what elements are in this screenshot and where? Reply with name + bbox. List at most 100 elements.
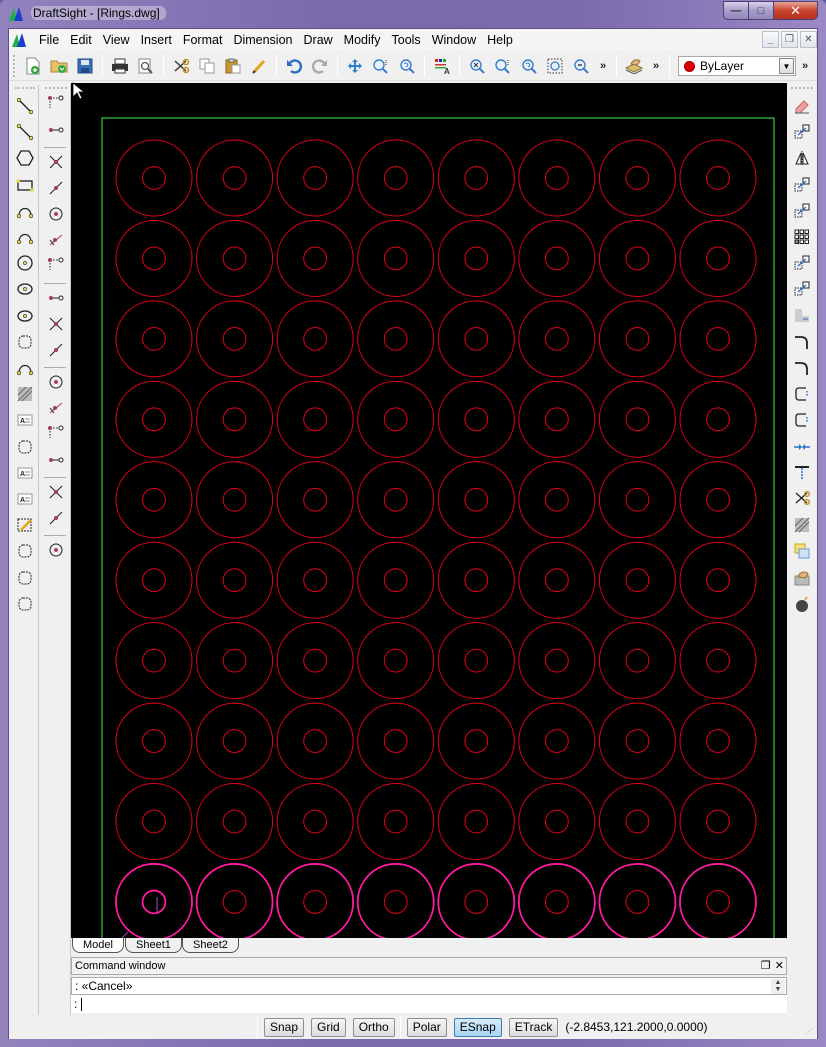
ring-outer-circle[interactable] [115,139,193,217]
menu-file[interactable]: File [35,33,66,47]
menu-format[interactable]: Format [179,33,230,47]
command-history-scrollbar[interactable]: ▲ ▼ [771,979,785,994]
ring-outer-circle[interactable] [357,702,435,780]
ring-entity[interactable] [679,300,757,378]
esnap-toggle[interactable]: ESnap [453,1017,502,1037]
snap-endpoint-button[interactable] [45,93,67,115]
document-icon[interactable] [11,32,27,48]
break-at-point-button[interactable] [791,409,813,431]
ring-entity[interactable] [437,461,515,539]
ring-entity[interactable] [115,541,193,619]
circle-cloud-button[interactable] [14,567,36,589]
ring-entity[interactable] [276,139,354,217]
move-button[interactable] [791,174,813,196]
layer-state-button[interactable] [622,55,646,77]
ring-inner-circle[interactable] [706,809,730,834]
ring-entity[interactable] [598,541,676,619]
ring-inner-circle[interactable] [303,809,328,834]
ring-entity[interactable] [518,461,596,539]
toolbar-overflow-button-2[interactable]: » [649,60,663,72]
ring-entity[interactable] [679,702,757,780]
ring-outer-circle[interactable] [518,783,596,861]
format-painter-button[interactable] [247,55,271,77]
ring-inner-circle[interactable] [142,648,166,673]
ring-outer-circle[interactable] [115,461,193,539]
ring-entity[interactable] [679,541,757,619]
ring-inner-circle[interactable] [383,648,408,673]
arc-button[interactable] [14,200,36,222]
ring-outer-circle[interactable] [437,461,515,539]
ring-outer-circle[interactable] [196,541,274,619]
layer-manager-button[interactable]: A [430,55,454,77]
ring-outer-circle[interactable] [115,863,193,938]
ring-inner-circle[interactable] [142,568,166,593]
ring-inner-circle[interactable] [544,166,569,190]
ring-entity[interactable] [598,139,676,217]
ring-outer-circle[interactable] [196,461,274,539]
ring-outer-circle[interactable] [196,219,274,297]
polar-toggle[interactable]: Polar [406,1017,447,1037]
ring-outer-circle[interactable] [357,300,435,378]
note-button[interactable]: A [14,462,36,484]
ring-inner-circle[interactable] [142,729,166,753]
point-cloud-button[interactable] [14,331,36,353]
ring-entity[interactable] [357,622,435,700]
ring-entity[interactable] [679,219,757,297]
ring-inner-circle[interactable] [544,326,569,351]
toolbar-overflow-button-3[interactable]: » [798,60,812,72]
ring-inner-circle[interactable] [222,487,247,512]
undo-button[interactable] [282,55,306,77]
edit-properties-button[interactable] [791,567,813,589]
ring-entity[interactable] [357,541,435,619]
ring-entity[interactable] [679,783,757,861]
extend-button[interactable] [791,462,813,484]
ring-outer-circle[interactable] [679,219,757,297]
ring-entity[interactable] [276,219,354,297]
ring-inner-circle[interactable] [706,729,730,753]
resize-grip-icon[interactable]: ⋰ [805,1027,815,1037]
ring-entity[interactable] [598,622,676,700]
ring-entity[interactable] [357,702,435,780]
ring-inner-circle[interactable] [706,568,730,593]
ring-inner-circle[interactable] [706,487,730,512]
ring-outer-circle[interactable] [679,541,757,619]
ring-inner-circle[interactable] [464,166,489,190]
ring-outer-circle[interactable] [276,541,354,619]
ring-outer-circle[interactable] [115,380,193,458]
ring-outer-circle[interactable] [679,300,757,378]
ring-outer-circle[interactable] [276,219,354,297]
maximize-button[interactable]: □ [749,1,774,20]
ring-inner-circle[interactable] [625,326,650,351]
ring-outer-circle[interactable] [598,622,676,700]
toolbar-grip[interactable] [45,87,67,90]
minimize-button[interactable]: — [723,1,749,20]
ring-outer-circle[interactable] [598,783,676,861]
ring-entity[interactable] [357,783,435,861]
ring-entity[interactable] [598,783,676,861]
ring-entity[interactable] [115,702,193,780]
ring-outer-circle[interactable] [518,702,596,780]
ring-inner-circle[interactable] [464,487,489,512]
ring-outer-circle[interactable] [679,461,757,539]
ring-outer-circle[interactable] [115,300,193,378]
ring-inner-circle[interactable] [142,809,166,834]
menu-view[interactable]: View [99,33,137,47]
ring-entity[interactable] [357,461,435,539]
ring-entity[interactable] [598,863,677,938]
rotate-button[interactable] [791,252,813,274]
ring-entity[interactable] [276,300,354,378]
ring-outer-circle[interactable] [518,300,596,378]
ring-entity[interactable] [115,300,193,378]
zoom-dynamic-button[interactable] [517,55,541,77]
ring-inner-circle[interactable] [142,246,166,271]
zoom-previous-button[interactable] [395,55,419,77]
snap-settings-button[interactable] [45,539,67,561]
ring-inner-circle[interactable] [383,809,408,834]
doc-close-button[interactable]: ✕ [800,31,817,48]
ring-inner-circle[interactable] [383,246,408,271]
ring-outer-circle[interactable] [115,541,193,619]
break-button[interactable] [791,383,813,405]
ring-outer-circle[interactable] [598,219,676,297]
ring-inner-circle[interactable] [544,729,569,753]
ring-entity[interactable] [276,541,354,619]
